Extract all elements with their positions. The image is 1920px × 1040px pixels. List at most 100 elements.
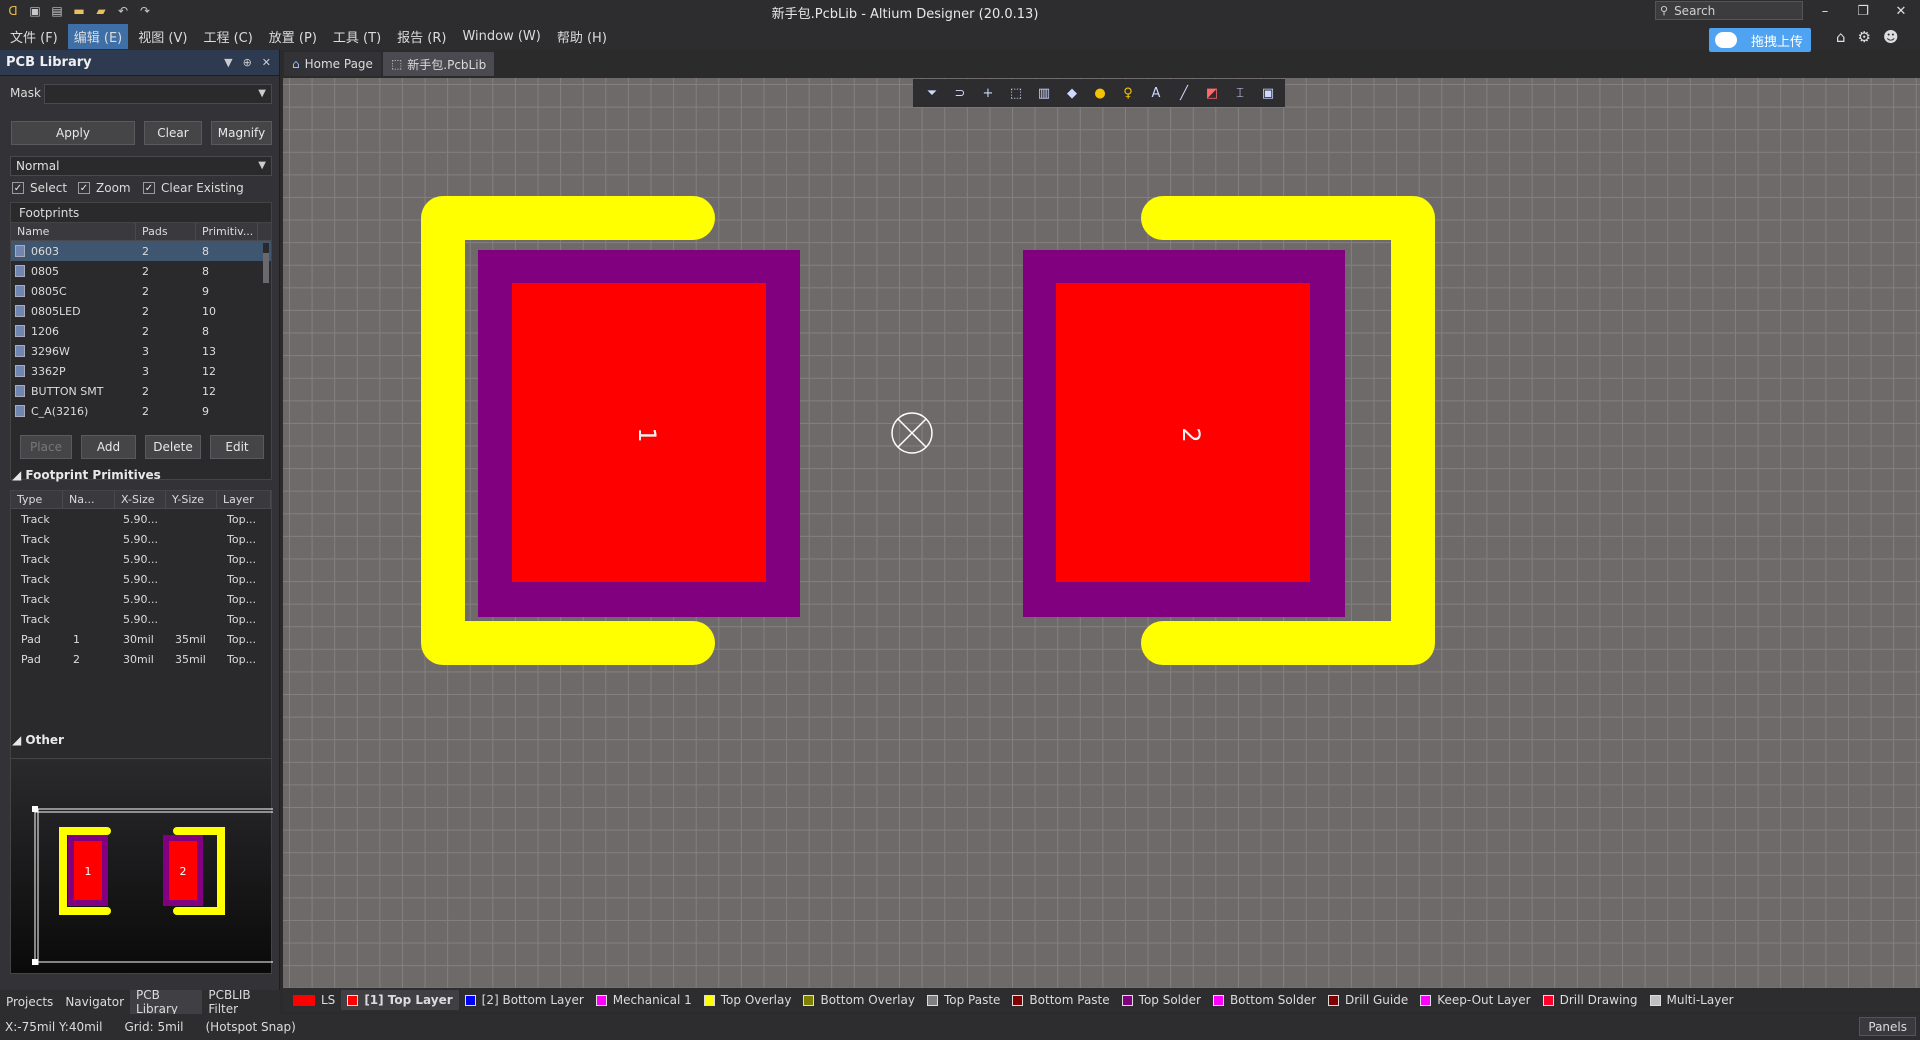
table-row[interactable]: Pad 2 30mil 35mil Top... <box>11 649 271 669</box>
layer-tab[interactable]: Bottom Overlay <box>797 990 920 1010</box>
clear-button[interactable]: Clear <box>144 121 202 145</box>
menu-place[interactable]: 放置 (P) <box>263 24 323 49</box>
filter-mode-select[interactable]: Normal ▼ <box>10 156 272 176</box>
tab-navigator[interactable]: Navigator <box>59 990 130 1014</box>
table-row[interactable]: 3296W 3 13 <box>11 341 271 361</box>
panel-menu-icon[interactable]: ▼ <box>224 56 232 69</box>
tab-pcblib-filter[interactable]: PCBLIB Filter <box>202 988 280 1016</box>
table-row[interactable]: BUTTON SMT 2 12 <box>11 381 271 401</box>
other-heading[interactable]: ◢ Other <box>12 733 64 747</box>
layer-tab[interactable]: Bottom Paste <box>1006 990 1115 1010</box>
minimize-button[interactable]: – <box>1806 0 1844 22</box>
table-row[interactable]: 1206 2 8 <box>11 321 271 341</box>
layer-tab[interactable]: Drill Drawing <box>1537 990 1644 1010</box>
select-checkbox[interactable]: ✓ Select <box>12 181 67 195</box>
col-type[interactable]: Type <box>11 491 63 508</box>
menu-view[interactable]: 视图 (V) <box>132 24 193 49</box>
pin-icon[interactable]: ⊕ <box>243 56 252 69</box>
global-search-input[interactable]: ⚲ Search <box>1655 1 1803 20</box>
table-row[interactable]: 0805LED 2 10 <box>11 301 271 321</box>
clear-existing-checkbox[interactable]: ✓ Clear Existing <box>143 181 244 195</box>
region-icon[interactable]: ◩ <box>1201 82 1223 104</box>
table-row[interactable]: 3362P 3 12 <box>11 361 271 381</box>
table-row[interactable]: Track 5.90... Top... <box>11 609 271 629</box>
align-icon[interactable]: ▥ <box>1033 82 1055 104</box>
layer-tab[interactable]: Top Overlay <box>698 990 798 1010</box>
close-button[interactable]: ✕ <box>1882 0 1920 22</box>
table-row[interactable]: Pad 1 30mil 35mil Top... <box>11 629 271 649</box>
zoom-checkbox[interactable]: ✓ Zoom <box>78 181 131 195</box>
board-icon[interactable]: ▣ <box>1257 82 1279 104</box>
component-icon[interactable]: ◆ <box>1061 82 1083 104</box>
layer-color-swatch <box>1328 994 1340 1006</box>
menu-help[interactable]: 帮助 (H) <box>551 24 613 49</box>
col-name[interactable]: Name <box>11 223 136 240</box>
restore-button[interactable]: ❐ <box>1844 0 1882 22</box>
select-rect-icon[interactable]: ⬚ <box>1005 82 1027 104</box>
edit-button[interactable]: Edit <box>210 435 264 459</box>
primitives-heading[interactable]: ◢ Footprint Primitives <box>12 468 161 482</box>
pad-icon[interactable]: ● <box>1089 82 1111 104</box>
table-row[interactable]: Track 5.90... Top... <box>11 569 271 589</box>
tab-pcb-library[interactable]: PCB Library <box>130 988 203 1016</box>
magnify-button[interactable]: Magnify <box>211 121 272 145</box>
tab-pcblib-document[interactable]: ⬚ 新手包.PcbLib <box>382 52 495 76</box>
via-icon[interactable]: ♀ <box>1117 82 1139 104</box>
layer-tab[interactable]: Drill Guide <box>1322 990 1414 1010</box>
panels-button[interactable]: Panels <box>1859 1017 1916 1036</box>
table-row[interactable]: Track 5.90... Top... <box>11 529 271 549</box>
layer-tab[interactable]: Top Solder <box>1116 990 1207 1010</box>
layer-tab[interactable]: Bottom Solder <box>1207 990 1322 1010</box>
upload-label: 拖拽上传 <box>1751 34 1804 50</box>
col-layer[interactable]: Layer <box>217 491 271 508</box>
drag-upload-button[interactable]: 拖拽上传 <box>1709 28 1811 52</box>
layer-tab[interactable]: Multi-Layer <box>1644 990 1740 1010</box>
table-row[interactable]: Track 5.90... Top... <box>11 549 271 569</box>
table-row[interactable]: C_A(3216) 2 9 <box>11 401 271 421</box>
col-primitives[interactable]: Primitiv... <box>196 223 258 240</box>
pcb-canvas[interactable]: 1 2 <box>283 78 1920 988</box>
crosshair-icon[interactable]: + <box>977 82 999 104</box>
text-icon[interactable]: A <box>1145 82 1167 104</box>
layer-tab[interactable]: [1] Top Layer <box>341 990 459 1010</box>
menu-window[interactable]: Window (W) <box>456 26 546 47</box>
add-button[interactable]: Add <box>81 435 136 459</box>
table-row[interactable]: 0805C 2 9 <box>11 281 271 301</box>
layer-tab[interactable]: LS <box>287 990 341 1010</box>
panel-title: PCB Library <box>6 55 92 70</box>
apply-button[interactable]: Apply <box>11 121 135 145</box>
menu-file[interactable]: 文件 (F) <box>4 24 64 49</box>
table-row[interactable]: 0603 2 8 <box>11 241 271 261</box>
home-icon[interactable]: ⌂ <box>1836 28 1846 46</box>
footprint-pads: 3 <box>142 364 149 378</box>
menu-project[interactable]: 工程 (C) <box>197 24 258 49</box>
col-pads[interactable]: Pads <box>136 223 196 240</box>
panel-close-icon[interactable]: ✕ <box>262 56 271 69</box>
dimension-icon[interactable]: ⌶ <box>1229 82 1251 104</box>
layer-tab[interactable]: [2] Bottom Layer <box>459 990 590 1010</box>
menu-edit[interactable]: 编辑 (E) <box>67 23 129 49</box>
layer-tab[interactable]: Top Paste <box>921 990 1006 1010</box>
col-pad-name[interactable]: Na... <box>63 491 115 508</box>
line-icon[interactable]: ╱ <box>1173 82 1195 104</box>
layer-tab[interactable]: Mechanical 1 <box>590 990 698 1010</box>
place-button[interactable]: Place <box>20 435 72 459</box>
tab-home-page[interactable]: ⌂ Home Page <box>284 52 381 76</box>
delete-button[interactable]: Delete <box>145 435 201 459</box>
table-row[interactable]: Track 5.90... Top... <box>11 589 271 609</box>
layer-color-swatch <box>703 994 715 1006</box>
user-icon[interactable]: ☻ <box>1883 28 1899 46</box>
route-icon[interactable]: ⊃ <box>949 82 971 104</box>
menu-reports[interactable]: 报告 (R) <box>391 24 452 49</box>
filter-icon[interactable]: ⏷ <box>921 82 943 104</box>
table-row[interactable]: Track 5.90... Top... <box>11 509 271 529</box>
scrollbar-thumb[interactable] <box>263 253 269 283</box>
mask-input[interactable]: ▼ <box>44 84 272 104</box>
layer-tab[interactable]: Keep-Out Layer <box>1414 990 1536 1010</box>
col-x-size[interactable]: X-Size <box>115 491 166 508</box>
col-y-size[interactable]: Y-Size <box>166 491 217 508</box>
tab-projects[interactable]: Projects <box>0 990 59 1014</box>
menu-tools[interactable]: 工具 (T) <box>327 24 387 49</box>
gear-icon[interactable]: ⚙ <box>1858 28 1871 46</box>
table-row[interactable]: 0805 2 8 <box>11 261 271 281</box>
